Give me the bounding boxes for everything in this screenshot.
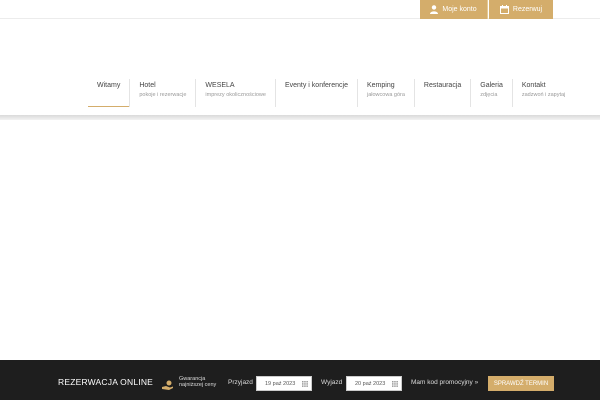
nav-item-wesela[interactable]: WESELA imprezy okolicznościowe bbox=[196, 79, 276, 107]
reserve-button[interactable]: Rezerwuj bbox=[489, 0, 553, 19]
arrival-date-field[interactable]: 19 paź 2023 bbox=[256, 376, 312, 391]
nav-item-eventy[interactable]: Eventy i konferencje bbox=[276, 79, 358, 107]
nav-label: Galeria bbox=[480, 82, 503, 89]
arrival-label: Przyjazd bbox=[228, 379, 253, 386]
departure-date-value: 20 paź 2023 bbox=[355, 380, 386, 387]
reserve-label: Rezerwuj bbox=[512, 6, 543, 13]
hand-coin-icon bbox=[162, 377, 174, 395]
nav-sublabel: jałowcowa góra bbox=[367, 92, 405, 98]
my-account-button[interactable]: Moje konto bbox=[420, 0, 488, 19]
nav-item-kontakt[interactable]: Kontakt zadzwoń i zapytaj bbox=[513, 79, 574, 107]
nav-label: Kemping bbox=[367, 82, 395, 89]
nav-label: Hotel bbox=[139, 82, 156, 89]
my-account-label: Moje konto bbox=[442, 6, 477, 13]
nav-item-hotel[interactable]: Hotel pokoje i rezerwacje bbox=[130, 79, 197, 107]
nav-label: WESELA bbox=[205, 82, 235, 89]
main-nav: Witamy Hotel pokoje i rezerwacje WESELA … bbox=[88, 79, 574, 107]
nav-label: Eventy i konferencje bbox=[284, 82, 348, 89]
nav-sublabel: imprezy okolicznościowe bbox=[205, 92, 266, 98]
departure-label: Wyjazd bbox=[321, 379, 343, 386]
nav-label: Kontakt bbox=[521, 82, 546, 89]
nav-sublabel: pokoje i rezerwacje bbox=[139, 92, 187, 98]
nav-sublabel: zadzwoń i zapytaj bbox=[521, 92, 566, 98]
nav-item-kemping[interactable]: Kemping jałowcowa góra bbox=[358, 79, 415, 107]
top-bar: Moje konto Rezerwuj bbox=[0, 0, 600, 19]
nav-sublabel: zdjęcia bbox=[480, 92, 498, 98]
check-availability-button[interactable]: SPRAWDŹ TERMIN bbox=[488, 376, 554, 391]
promo-code-link[interactable]: Mam kod promocyjny » bbox=[411, 379, 478, 386]
calendar-grid-icon[interactable] bbox=[302, 381, 308, 389]
nav-label: Witamy bbox=[97, 82, 121, 89]
calendar-grid-icon[interactable] bbox=[392, 381, 398, 389]
header-divider bbox=[0, 115, 600, 120]
departure-date-field[interactable]: 20 paź 2023 bbox=[346, 376, 402, 391]
calendar-icon bbox=[499, 5, 509, 14]
booking-title: REZERWACJA ONLINE bbox=[58, 377, 154, 387]
nav-label: Restauracja bbox=[423, 82, 462, 89]
best-price-guarantee: Gwarancja najniższej ceny bbox=[179, 376, 217, 388]
nav-item-witamy[interactable]: Witamy bbox=[88, 79, 131, 107]
nav-item-restauracja[interactable]: Restauracja bbox=[415, 79, 472, 107]
user-icon bbox=[430, 5, 439, 14]
nav-item-galeria[interactable]: Galeria zdjęcia bbox=[471, 79, 513, 107]
arrival-date-value: 19 paź 2023 bbox=[265, 380, 296, 387]
